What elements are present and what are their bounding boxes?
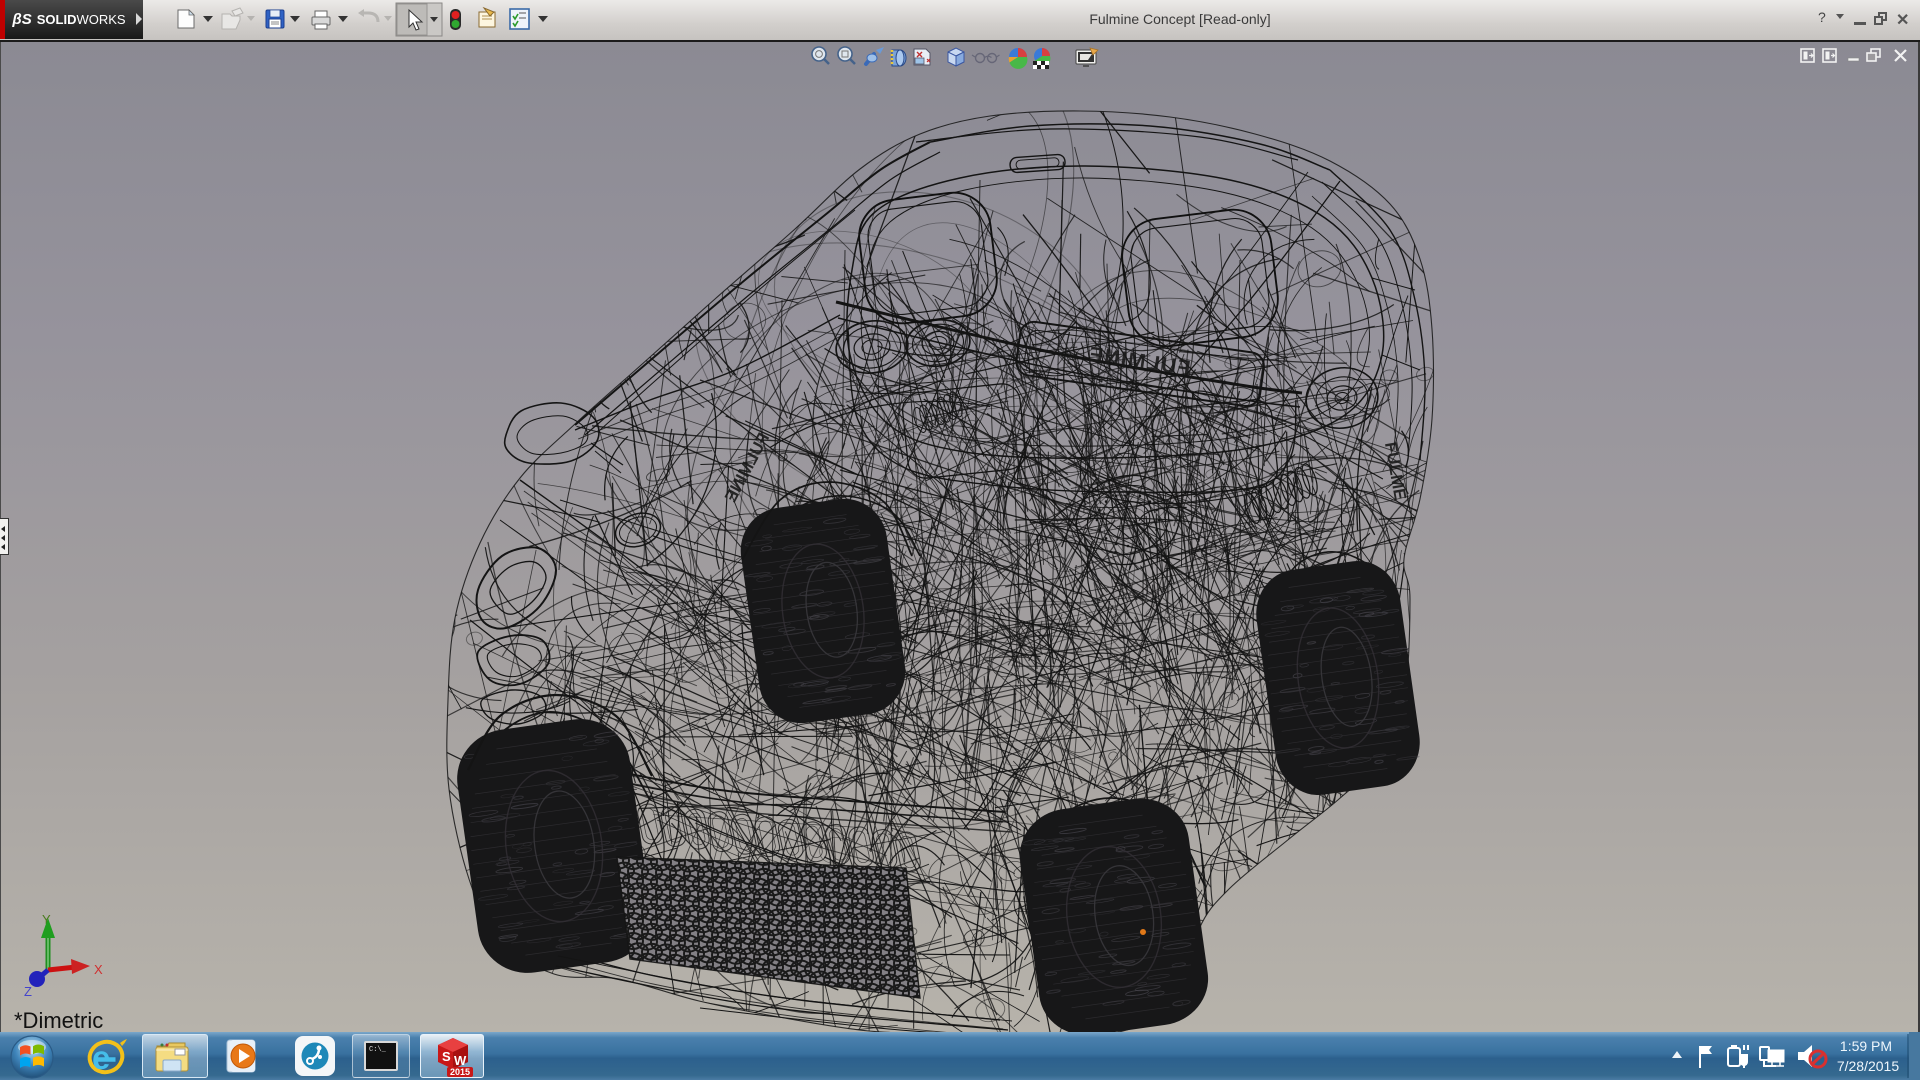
svg-text:1:59 PM: 1:59 PM <box>1840 1038 1892 1054</box>
svg-text:C:\_: C:\_ <box>369 1046 387 1054</box>
svg-text:S: S <box>442 1049 451 1064</box>
svg-text:7/28/2015: 7/28/2015 <box>1837 1058 1899 1074</box>
svg-text:2015: 2015 <box>450 1067 470 1077</box>
svg-text:Z: Z <box>24 984 32 999</box>
svg-text:X: X <box>94 962 103 977</box>
svg-text:W: W <box>454 1053 467 1068</box>
